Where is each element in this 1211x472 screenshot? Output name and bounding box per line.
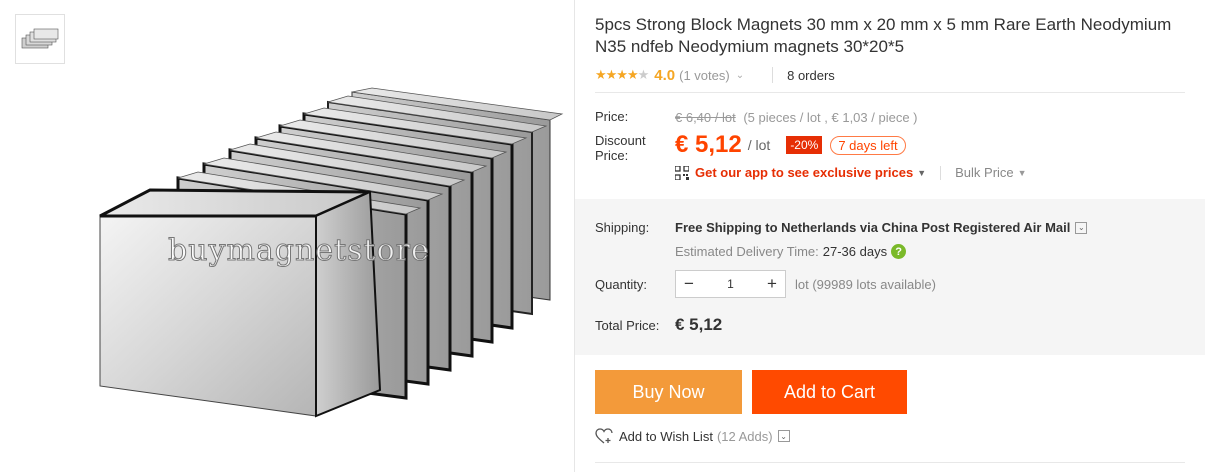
discount-price-value: € 5,12 [675,131,742,158]
days-left-badge: 7 days left [830,135,906,155]
thumbnail-image[interactable] [15,14,65,64]
price-label: Price: [595,109,629,124]
product-title: 5pcs Strong Block Magnets 30 mm x 20 mm … [595,15,1172,56]
delivery-estimate-label: Estimated Delivery Time: [675,244,819,259]
image-watermark: buymagnetstore [168,233,430,269]
order-count: 8 orders [787,67,835,83]
chevron-down-icon[interactable]: ⌄ [736,70,744,81]
app-promo-link[interactable]: Get our app to see exclusive prices [695,165,913,180]
discount-price-label: Discount Price: [595,133,646,163]
discount-percent-badge: -20% [786,136,823,154]
original-price: € 6,40 / lot (5 pieces / lot , € 1,03 / … [675,110,918,125]
increase-quantity-button[interactable]: + [759,271,785,297]
quantity-input[interactable]: 1 [702,277,759,291]
quantity-stepper: − 1 + [675,270,786,298]
wishlist-link[interactable]: Add to Wish List [619,429,713,444]
discount-price: € 5,12 / lot -20% 7 days left [675,131,906,159]
magnet-thumbnail-icon [21,28,59,49]
divider [772,67,774,83]
caret-down-icon[interactable]: ▼ [917,168,926,178]
shipping-method[interactable]: Free Shipping to Netherlands via China P… [675,220,1088,235]
divider [940,165,942,180]
total-price-value: € 5,12 [675,315,723,334]
shipping-method-text: Free Shipping to Netherlands via China P… [675,220,1071,235]
wishlist-count: (12 Adds) [716,428,773,444]
add-to-cart-button[interactable]: Add to Cart [752,370,907,414]
original-price-detail: (5 pieces / lot , € 1,03 / piece ) [743,110,918,125]
rating-stars: ★★★★★ [595,67,649,82]
decrease-quantity-button[interactable]: − [676,271,702,297]
original-price-value: € 6,40 / lot [675,110,736,125]
product-gallery: buymagnetstore [0,0,575,472]
divider [595,92,1185,93]
bulk-price-link[interactable]: Bulk Price [955,165,1014,180]
delivery-estimate: Estimated Delivery Time: 27-36 days ? [675,244,907,259]
delivery-estimate-days: 27-36 days [822,244,888,259]
divider [595,462,1185,463]
buy-now-button[interactable]: Buy Now [595,370,742,414]
rating-score: 4.0 [654,66,676,84]
app-promo-row: Get our app to see exclusive prices ▼ Bu… [675,165,1027,180]
rating-row: ★★★★★ 4.0 (1 votes) ⌄ 8 orders [595,64,1185,86]
wishlist-row[interactable]: Add to Wish List (12 Adds) ⌄ [595,428,790,444]
shipping-panel: Shipping: Free Shipping to Netherlands v… [575,199,1205,355]
total-price-label: Total Price: [595,318,660,333]
heart-plus-icon [595,428,613,444]
discount-label-line1: Discount [595,133,646,148]
help-icon[interactable]: ? [891,244,907,259]
discount-label-line2: Price: [595,148,629,163]
rating-votes[interactable]: (1 votes) [679,68,730,83]
chevron-down-icon[interactable]: ⌄ [1075,221,1088,234]
qr-code-icon [675,165,689,180]
chevron-down-icon[interactable]: ⌄ [777,430,790,442]
quantity-availability: lot (99989 lots available) [795,277,936,292]
caret-down-icon[interactable]: ▼ [1018,168,1027,178]
discount-price-unit: / lot [747,137,771,153]
quantity-label: Quantity: [595,277,648,292]
shipping-label: Shipping: [595,220,650,235]
